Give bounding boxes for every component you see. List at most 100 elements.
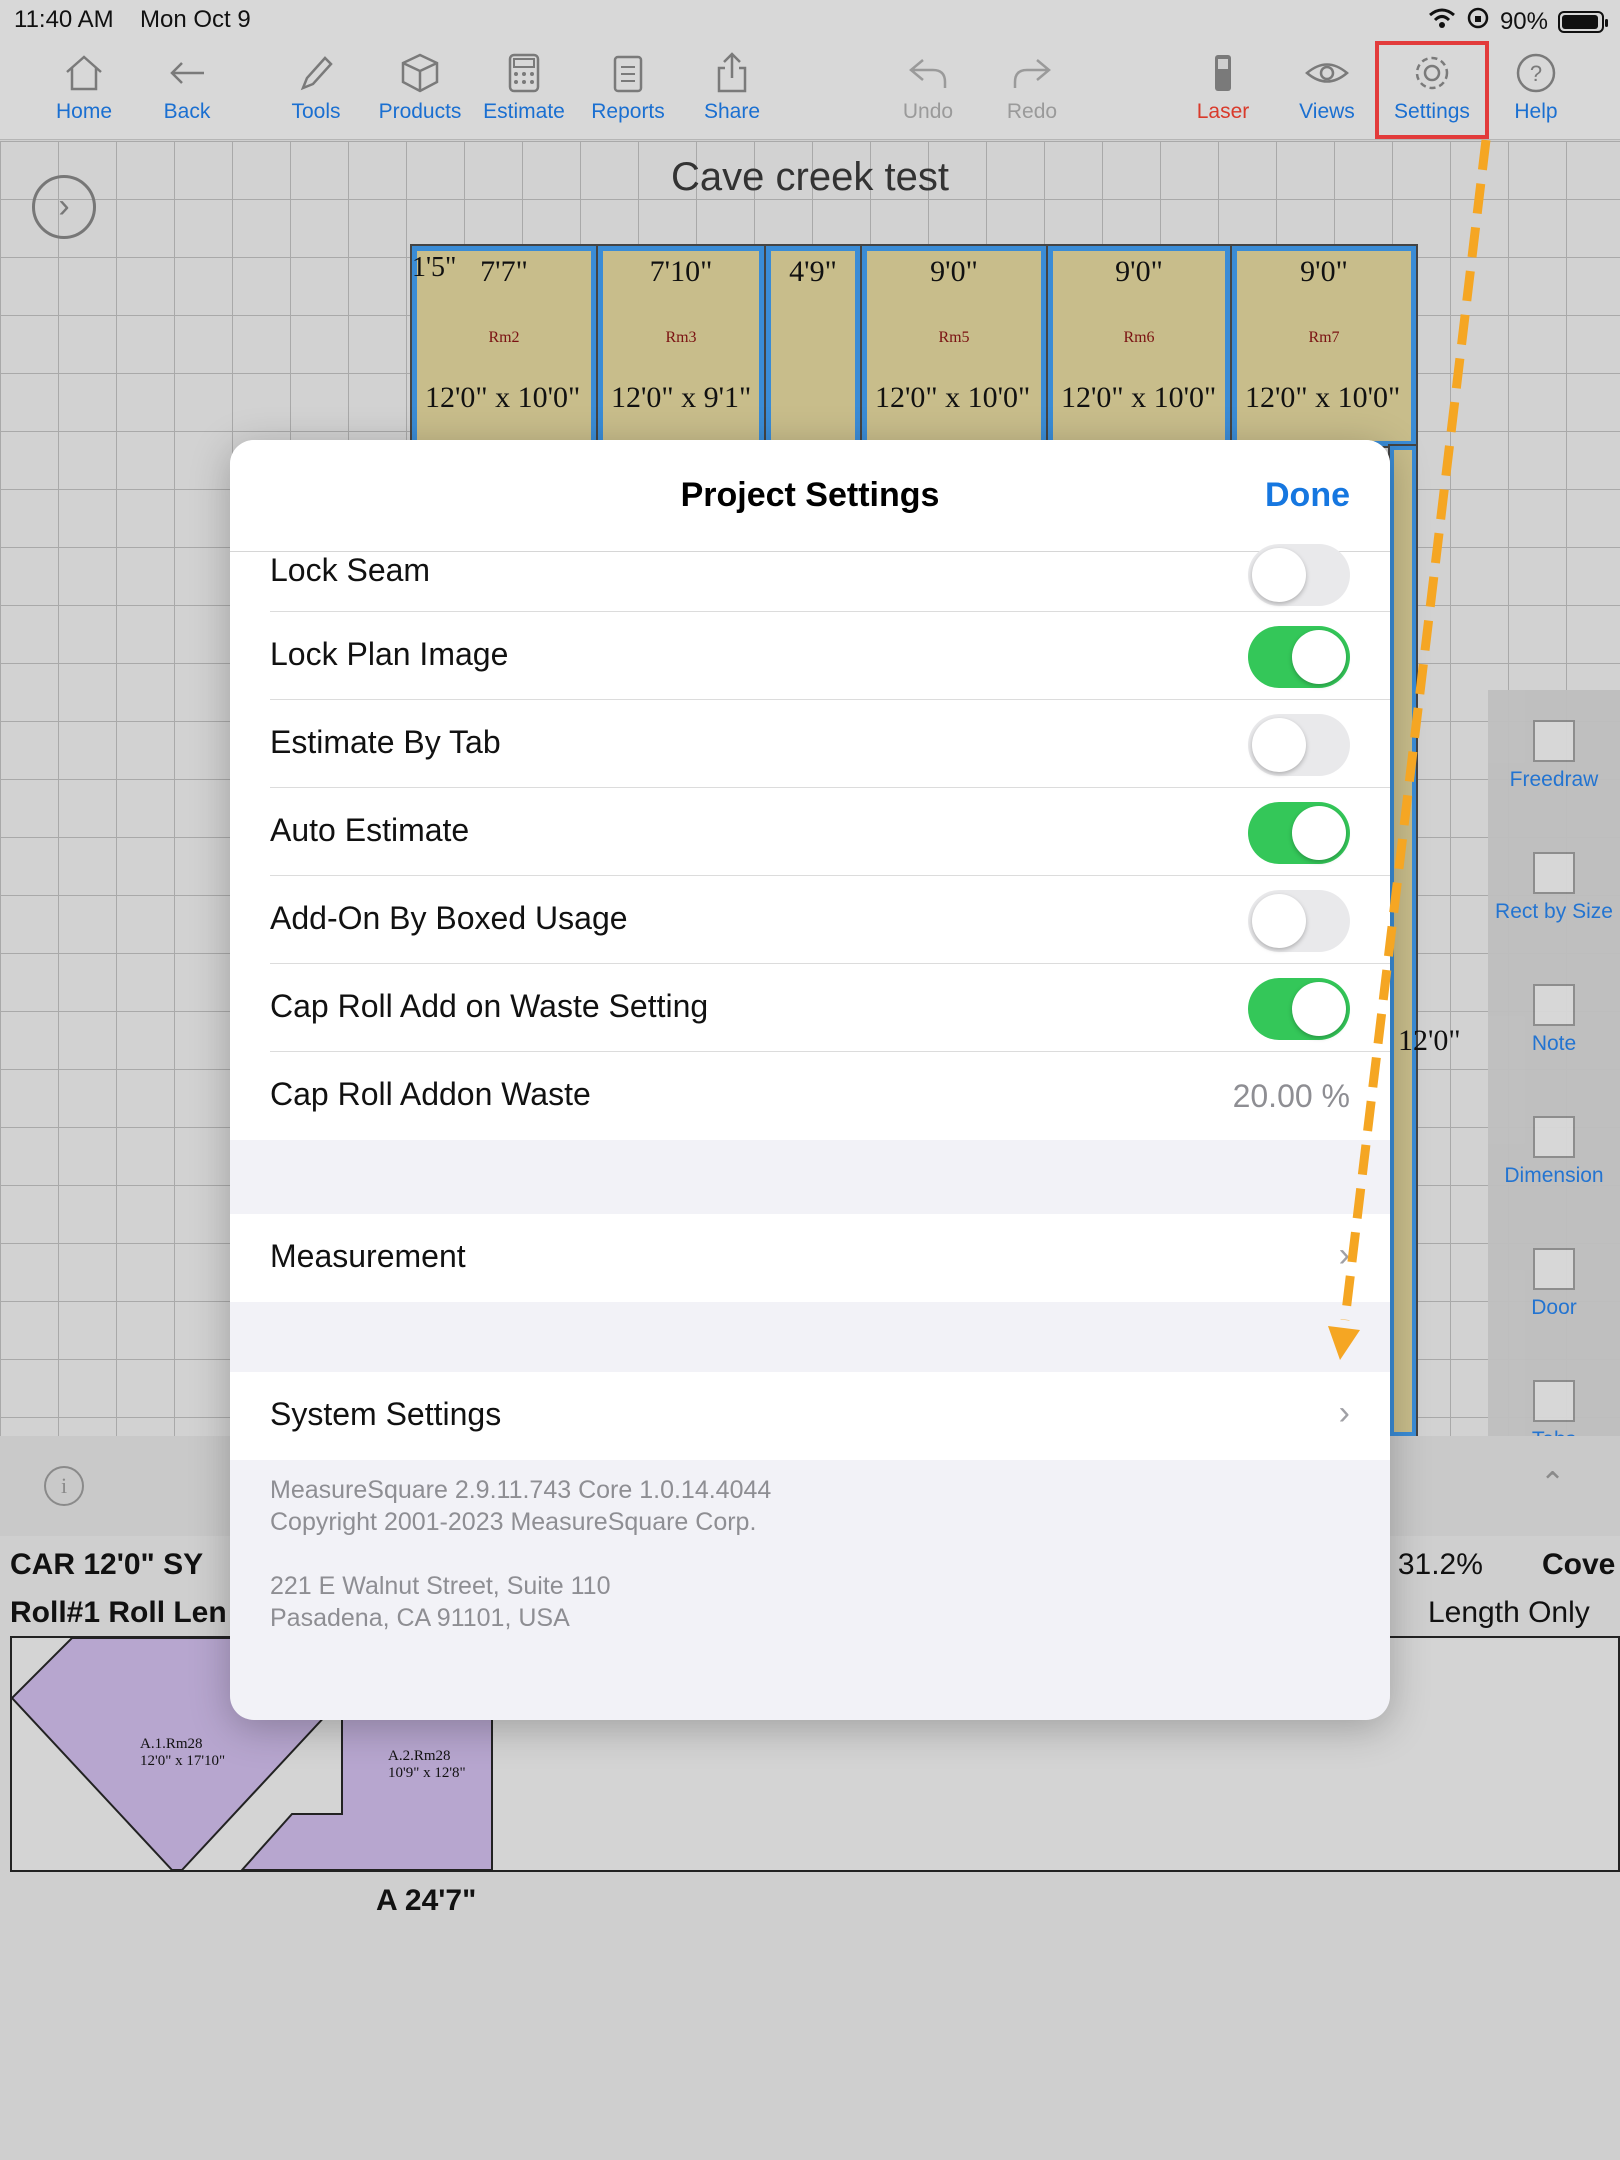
cap-roll-addon-waste-value[interactable]: 20.00 % <box>1233 1078 1350 1115</box>
setting-label: Lock Seam <box>270 552 431 588</box>
views-label: Views <box>1299 100 1355 123</box>
estimate-label: Estimate <box>483 100 565 123</box>
shape-size: 12'0" x 17'10" <box>140 1753 226 1769</box>
toggle-knob <box>1292 806 1346 860</box>
chevron-right-icon: › <box>58 187 70 225</box>
redo-icon <box>980 50 1084 100</box>
home-button[interactable]: Home <box>32 50 136 136</box>
views-button[interactable]: Views <box>1275 50 1379 136</box>
undo-icon <box>876 50 980 100</box>
share-button[interactable]: Share <box>680 50 784 136</box>
room-size: 12'0" x 10'0" <box>425 381 581 414</box>
toggle-knob <box>1252 894 1306 948</box>
estimate-button[interactable]: Estimate <box>472 50 576 136</box>
eye-icon <box>1275 50 1379 100</box>
cap-roll-waste-toggle[interactable] <box>1248 978 1350 1040</box>
shape-label-1: A.1.Rm28 12'0" x 17'10" <box>140 1736 225 1770</box>
product-line: CAR 12'0" SY <box>10 1548 204 1581</box>
freedraw-tool[interactable]: Freedraw <box>1488 720 1620 792</box>
shape-name: A.2.Rm28 <box>388 1748 451 1764</box>
share-icon <box>680 50 784 100</box>
room-size: 12'0" x 10'0" <box>1061 381 1217 414</box>
dimension-tool[interactable]: Dimension <box>1488 1116 1620 1188</box>
door-tool[interactable]: Door <box>1488 1248 1620 1320</box>
room-name: Rm2 <box>488 329 520 346</box>
help-button[interactable]: ? Help <box>1484 50 1588 136</box>
expand-panel-button[interactable]: › <box>32 175 96 239</box>
room-rm6[interactable]: 9'0" Rm6 12'0" x 10'0" <box>1046 244 1232 448</box>
clipboard-icon <box>576 50 680 100</box>
redo-button[interactable]: Redo <box>980 50 1084 136</box>
wifi-icon <box>1428 7 1456 36</box>
info-icon[interactable]: i <box>44 1466 84 1506</box>
help-icon: ? <box>1484 50 1588 100</box>
auto-estimate-toggle[interactable] <box>1248 802 1350 864</box>
room-rm3[interactable]: 7'10" Rm3 12'0" x 9'1" <box>596 244 766 448</box>
estimate-by-tab-toggle[interactable] <box>1248 714 1350 776</box>
setting-row-cap-roll-waste[interactable]: Cap Roll Add on Waste Setting <box>270 964 1390 1052</box>
tools-button[interactable]: Tools <box>264 50 368 136</box>
back-button[interactable]: Back <box>135 50 239 136</box>
laser-button[interactable]: Laser <box>1171 50 1275 136</box>
project-settings-modal: Project Settings Done Lock Seam Lock Pla… <box>230 440 1390 1720</box>
freedraw-icon <box>1533 720 1575 762</box>
tool-label: Door <box>1531 1296 1577 1319</box>
setting-row-add-on-boxed-usage[interactable]: Add-On By Boxed Usage <box>270 876 1390 964</box>
setting-row-lock-plan-image[interactable]: Lock Plan Image <box>270 612 1390 700</box>
cove-label: Cove <box>1542 1548 1616 1581</box>
roll-total-length: A 24'7" <box>376 1884 477 1917</box>
orientation-lock-icon <box>1466 6 1490 37</box>
share-label: Share <box>703 100 761 123</box>
expand-collapse-icon[interactable]: ⌃ <box>1540 1466 1565 1501</box>
room-rm5[interactable]: 9'0" Rm5 12'0" x 10'0" <box>860 244 1048 448</box>
rectangle-icon <box>1533 852 1575 894</box>
setting-row-auto-estimate[interactable]: Auto Estimate <box>270 788 1390 876</box>
room-top-dim: 9'0" <box>1300 255 1348 288</box>
dim-label-left: 1'5" <box>412 252 457 283</box>
lock-plan-image-toggle[interactable] <box>1248 626 1350 688</box>
modal-title: Project Settings <box>680 476 940 514</box>
done-button[interactable]: Done <box>1265 476 1350 515</box>
room-top-dim: 4'9" <box>789 255 837 288</box>
setting-row-estimate-by-tab[interactable]: Estimate By Tab <box>270 700 1390 788</box>
tool-label: Note <box>1531 1032 1577 1055</box>
room-closet[interactable]: 4'9" <box>764 244 862 448</box>
tool-label: Dimension <box>1504 1164 1604 1187</box>
battery-percent: 90% <box>1499 7 1548 35</box>
setting-row-cap-roll-addon-waste[interactable]: Cap Roll Addon Waste 20.00 % <box>270 1052 1390 1140</box>
dim-label-right: 12'0" <box>1398 1024 1461 1057</box>
rect-by-size-tool[interactable]: Rect by Size <box>1488 852 1620 924</box>
products-button[interactable]: Products <box>368 50 472 136</box>
toggle-knob <box>1252 718 1306 772</box>
setting-label: Cap Roll Add on Waste Setting <box>270 988 709 1024</box>
laser-label: Laser <box>1196 100 1250 123</box>
undo-button[interactable]: Undo <box>876 50 980 136</box>
reports-button[interactable]: Reports <box>576 50 680 136</box>
back-arrow-icon <box>135 50 239 100</box>
system-settings-row[interactable]: System Settings › <box>270 1372 1390 1460</box>
room-name: Rm5 <box>938 329 970 346</box>
note-tool[interactable]: Note <box>1488 984 1620 1056</box>
door-icon <box>1533 1248 1575 1290</box>
room-size: 12'0" x 10'0" <box>875 381 1031 414</box>
status-date: Mon Oct 9 <box>140 6 251 33</box>
settings-highlight-box <box>1375 41 1489 139</box>
drawing-tools-panel: Freedraw Rect by Size Note Dimension Doo… <box>1488 690 1620 1451</box>
box-icon <box>368 50 472 100</box>
room-top-dim: 9'0" <box>1115 255 1163 288</box>
room-strip-right[interactable] <box>1388 444 1418 1438</box>
setting-row-lock-seam[interactable]: Lock Seam <box>270 544 1390 612</box>
add-on-boxed-usage-toggle[interactable] <box>1248 890 1350 952</box>
length-only-label: Length Only <box>1428 1596 1590 1629</box>
room-rm7[interactable]: 9'0" Rm7 12'0" x 10'0" <box>1230 244 1418 448</box>
laser-device-icon <box>1171 50 1275 100</box>
room-name: Rm7 <box>1308 329 1340 346</box>
status-right: 90% <box>1428 6 1608 37</box>
setting-label: Add-On By Boxed Usage <box>270 900 628 936</box>
measurement-row[interactable]: Measurement › <box>270 1214 1390 1302</box>
lock-seam-toggle[interactable] <box>1248 544 1350 606</box>
home-label: Home <box>55 100 113 123</box>
room-top-dim: 9'0" <box>930 255 978 288</box>
setting-label: Lock Plan Image <box>270 636 509 672</box>
svg-text:?: ? <box>1530 61 1542 86</box>
